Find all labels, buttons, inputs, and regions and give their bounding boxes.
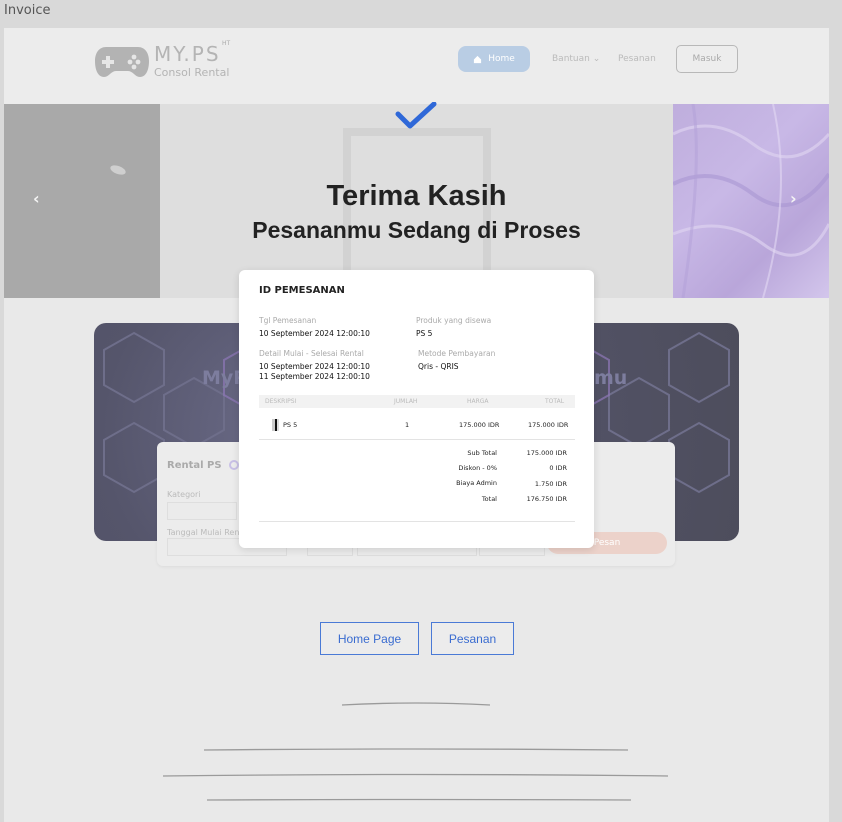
admin-label: Biaya Admin (456, 479, 497, 487)
home-page-button[interactable]: Home Page (320, 622, 419, 655)
produk-label: Produk yang disewa (416, 316, 492, 325)
tanggal-label: Tanggal Mulai Ren (167, 528, 240, 537)
admin-value: 1.750 IDR (534, 480, 567, 488)
pesanan-button[interactable]: Pesanan (431, 622, 514, 655)
hero-subtitle: Pesananmu Sedang di Proses (252, 217, 581, 243)
home-icon (474, 55, 482, 63)
col-harga: HARGA (467, 398, 489, 405)
item-harga: 175.000 IDR (459, 421, 500, 429)
item-total: 175.000 IDR (528, 421, 569, 429)
detail-label: Detail Mulai - Selesai Rental (259, 349, 364, 358)
col-deskripsi: DESKRIPSI (265, 398, 297, 405)
divider (259, 439, 575, 440)
metode-label: Metode Pembayaran (418, 349, 496, 358)
produk-value: PS 5 (416, 329, 433, 338)
divider (259, 521, 575, 522)
diskon-label: Diskon - 0% (458, 464, 497, 472)
nav-bantuan-label: Bantuan (552, 54, 590, 64)
total-label: Total (481, 495, 497, 503)
detail-value-start: 10 September 2024 12:00:10 (259, 362, 370, 371)
kategori-label: Kategori (167, 490, 201, 499)
col-jumlah: JUMLAH (394, 398, 418, 405)
item-name: PS 5 (283, 421, 298, 429)
invoice-title: ID PEMESANAN (259, 285, 345, 296)
frame-title: Invoice (4, 3, 51, 18)
header: MY.PS HT Consol Rental Home Bantuan ⌄ Pe… (4, 28, 829, 104)
diskon-value: 0 IDR (549, 464, 567, 472)
checkmark-icon (395, 102, 437, 129)
metode-value: Qris - QRIS (418, 362, 459, 371)
ps5-console-icon (272, 419, 279, 431)
logo-subtitle: Consol Rental (154, 66, 230, 79)
masuk-button[interactable]: Masuk (676, 45, 738, 73)
col-total: TOTAL (545, 398, 565, 405)
subtotal-value: 175.000 IDR (526, 449, 567, 457)
item-qty: 1 (405, 421, 410, 429)
nav-home-button[interactable]: Home (458, 46, 530, 72)
hero-carousel: ‹ › Terima Kasih Pesananmu Sedang di Pro… (4, 102, 829, 298)
detail-value-end: 11 September 2024 12:00:10 (259, 372, 370, 381)
radio-icon[interactable] (229, 460, 239, 470)
form-title: Rental PS (167, 460, 222, 471)
nav-bantuan[interactable]: Bantuan ⌄ (552, 54, 600, 64)
nav-pesanan[interactable]: Pesanan (618, 54, 656, 64)
tgl-value: 10 September 2024 12:00:10 (259, 329, 370, 338)
invoice-table-header: DESKRIPSI JUMLAH HARGA TOTAL (259, 395, 575, 408)
chevron-down-icon: ⌄ (592, 54, 601, 64)
banner-text-right: mu (594, 367, 628, 389)
tgl-label: Tgl Pemesanan (259, 316, 317, 325)
nav-home-label: Home (488, 54, 515, 64)
invoice-page: MY.PS HT Consol Rental Home Bantuan ⌄ Pe… (4, 28, 829, 822)
invoice-modal: ID PEMESANAN Tgl Pemesanan 10 September … (239, 270, 594, 548)
hero-title: Terima Kasih (326, 180, 507, 212)
subtotal-label: Sub Total (467, 449, 497, 457)
kategori-select[interactable] (167, 502, 237, 520)
logo-name: MY.PS (154, 42, 221, 66)
total-value: 176.750 IDR (526, 495, 567, 503)
logo-superscript: HT (222, 40, 231, 47)
gamepad-icon (95, 47, 149, 77)
logo[interactable]: MY.PS HT Consol Rental (94, 40, 234, 84)
